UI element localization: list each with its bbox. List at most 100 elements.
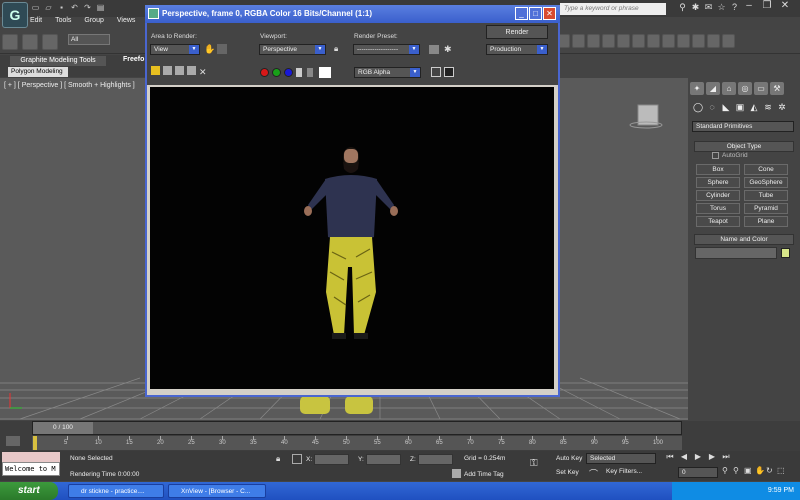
zoom-all-icon[interactable]: ⚲ <box>733 466 744 477</box>
rendered-frame-icon[interactable] <box>677 34 690 48</box>
auto-region-icon[interactable] <box>217 44 227 54</box>
time-tag-icon[interactable] <box>452 469 461 478</box>
autogrid-checkbox[interactable]: AutoGrid <box>712 152 748 159</box>
edit-region-icon[interactable]: ✋ <box>204 44 215 55</box>
lock-icon[interactable]: 🔒︎ <box>334 44 338 54</box>
auto-key-button[interactable]: Auto Key <box>556 455 582 462</box>
start-button[interactable]: start <box>0 482 58 500</box>
graphite-icon[interactable] <box>602 34 615 48</box>
selection-lock-icon[interactable]: 🔒︎ <box>276 454 280 464</box>
y-coordinate-field[interactable] <box>366 454 401 465</box>
channel-display-dropdown[interactable]: RGB Alpha ▼ <box>354 67 421 78</box>
previous-frame-icon[interactable]: ◀ <box>677 452 691 464</box>
pyramid-button[interactable]: Pyramid <box>744 203 788 214</box>
default-tangent-icon[interactable]: ⌒ <box>589 467 598 480</box>
alpha-toggle-icon[interactable] <box>296 68 302 77</box>
go-to-end-icon[interactable]: ⏭ <box>719 452 733 464</box>
primitive-type-dropdown[interactable]: Standard Primitives <box>692 121 794 132</box>
taskbar-item-stickne[interactable]: dr stickne - practice.... <box>68 484 164 498</box>
area-to-render-dropdown[interactable]: View ▼ <box>150 44 200 55</box>
save-icon[interactable]: ▪ <box>56 3 67 13</box>
maxscript-prompt[interactable]: Welcome to M <box>2 462 60 476</box>
sphere-button[interactable]: Sphere <box>696 177 740 188</box>
render-button[interactable]: Render <box>486 25 548 39</box>
tab-polygon-modeling[interactable]: Polygon Modeling <box>8 67 68 77</box>
current-frame-field[interactable]: 0 <box>678 467 718 478</box>
viewport-label[interactable]: [ + ] [ Perspective ] [ Smooth + Highlig… <box>4 82 135 89</box>
x-coordinate-field[interactable] <box>314 454 349 465</box>
modify-tab-icon[interactable]: ◢ <box>706 82 720 95</box>
menu-edit[interactable]: Edit <box>30 17 42 24</box>
display-tab-icon[interactable]: ▭ <box>754 82 768 95</box>
subscription-icon[interactable]: ✱ <box>689 2 702 14</box>
lights-icon[interactable]: ◣ <box>720 102 732 114</box>
render-preset-dropdown[interactable]: ------------------- ▼ <box>353 44 420 55</box>
search-input[interactable]: Type a keyword or phrase <box>560 3 666 15</box>
pan-icon[interactable]: ✋ <box>755 466 766 477</box>
add-time-tag-button[interactable]: Add Time Tag <box>464 471 504 478</box>
set-key-mode-icon[interactable]: ⚿ <box>530 458 538 469</box>
motion-tab-icon[interactable]: ◎ <box>738 82 752 95</box>
taskbar-item-xnview[interactable]: XnView - [Browser - C... <box>168 484 266 498</box>
torus-button[interactable]: Torus <box>696 203 740 214</box>
communication-icon[interactable]: ✉ <box>702 2 715 14</box>
render-setup-small-icon[interactable] <box>429 45 439 54</box>
favorites-icon[interactable]: ☆ <box>715 2 728 14</box>
save-image-icon[interactable] <box>151 66 160 75</box>
geosphere-button[interactable]: GeoSphere <box>744 177 788 188</box>
object-name-field[interactable] <box>695 247 777 259</box>
render-production-icon[interactable] <box>692 34 705 48</box>
helpers-icon[interactable]: ◭ <box>748 102 760 114</box>
go-to-start-icon[interactable]: ⏮ <box>663 452 677 464</box>
monochrome-icon[interactable] <box>307 68 313 77</box>
copy-image-icon[interactable] <box>163 66 172 75</box>
minimize-icon[interactable]: – <box>740 0 758 14</box>
geometry-icon[interactable]: ◯ <box>692 102 704 114</box>
key-selection-dropdown[interactable]: Selected <box>586 453 656 464</box>
zoom-icon[interactable]: ⚲ <box>722 466 733 477</box>
selection-filter-dropdown[interactable]: All <box>68 34 110 45</box>
production-dropdown[interactable]: Production ▼ <box>486 44 548 55</box>
environment-icon[interactable]: ✱ <box>444 44 452 55</box>
name-color-rollout-header[interactable]: Name and Color <box>694 234 794 245</box>
render-iterative-icon[interactable] <box>707 34 720 48</box>
track-bar[interactable]: 0510152025303540455055606570758085909510… <box>32 436 682 450</box>
create-tab-icon[interactable]: ✦ <box>690 82 704 95</box>
menu-tools[interactable]: Tools <box>55 17 71 24</box>
background-color-swatch[interactable] <box>319 67 331 78</box>
tube-button[interactable]: Tube <box>744 190 788 201</box>
menu-group[interactable]: Group <box>84 17 103 24</box>
play-icon[interactable]: ▶ <box>691 452 705 464</box>
time-slider[interactable] <box>32 421 682 435</box>
object-color-swatch[interactable] <box>781 248 790 258</box>
restore-icon[interactable]: ❐ <box>758 0 776 14</box>
box-button[interactable]: Box <box>696 164 740 175</box>
align-icon[interactable] <box>572 34 585 48</box>
clone-window-icon[interactable] <box>175 66 184 75</box>
utilities-tab-icon[interactable]: ⚒ <box>770 82 784 95</box>
teapot-render-icon[interactable] <box>722 34 735 48</box>
time-slider-thumb[interactable]: 0 / 100 <box>33 422 93 434</box>
schematic-icon[interactable] <box>632 34 645 48</box>
menu-views[interactable]: Views <box>117 17 136 24</box>
green-channel-toggle[interactable] <box>272 68 281 77</box>
display-toggle-icon[interactable] <box>431 67 441 77</box>
spacewarps-icon[interactable]: ≋ <box>762 102 774 114</box>
unlink-icon[interactable] <box>22 34 38 50</box>
clear-icon[interactable]: ✕ <box>199 67 207 78</box>
new-file-icon[interactable]: ▭ <box>30 3 41 13</box>
render-setup-icon[interactable] <box>662 34 675 48</box>
object-type-rollout-header[interactable]: Object Type <box>694 141 794 152</box>
maxscript-mini-listener[interactable] <box>2 452 60 462</box>
rw-maximize-icon[interactable]: □ <box>529 7 542 20</box>
teapot-button[interactable]: Teapot <box>696 216 740 227</box>
cylinder-button[interactable]: Cylinder <box>696 190 740 201</box>
viewcube-icon[interactable] <box>628 103 664 129</box>
viewport-dropdown[interactable]: Perspective ▼ <box>259 44 326 55</box>
print-icon[interactable] <box>187 66 196 75</box>
cameras-icon[interactable]: ▣ <box>734 102 746 114</box>
next-frame-icon[interactable]: ▶ <box>705 452 719 464</box>
hierarchy-tab-icon[interactable]: ⌂ <box>722 82 736 95</box>
maximize-viewport-icon[interactable]: ⬚ <box>777 466 788 477</box>
app-logo-icon[interactable]: G <box>2 2 28 28</box>
